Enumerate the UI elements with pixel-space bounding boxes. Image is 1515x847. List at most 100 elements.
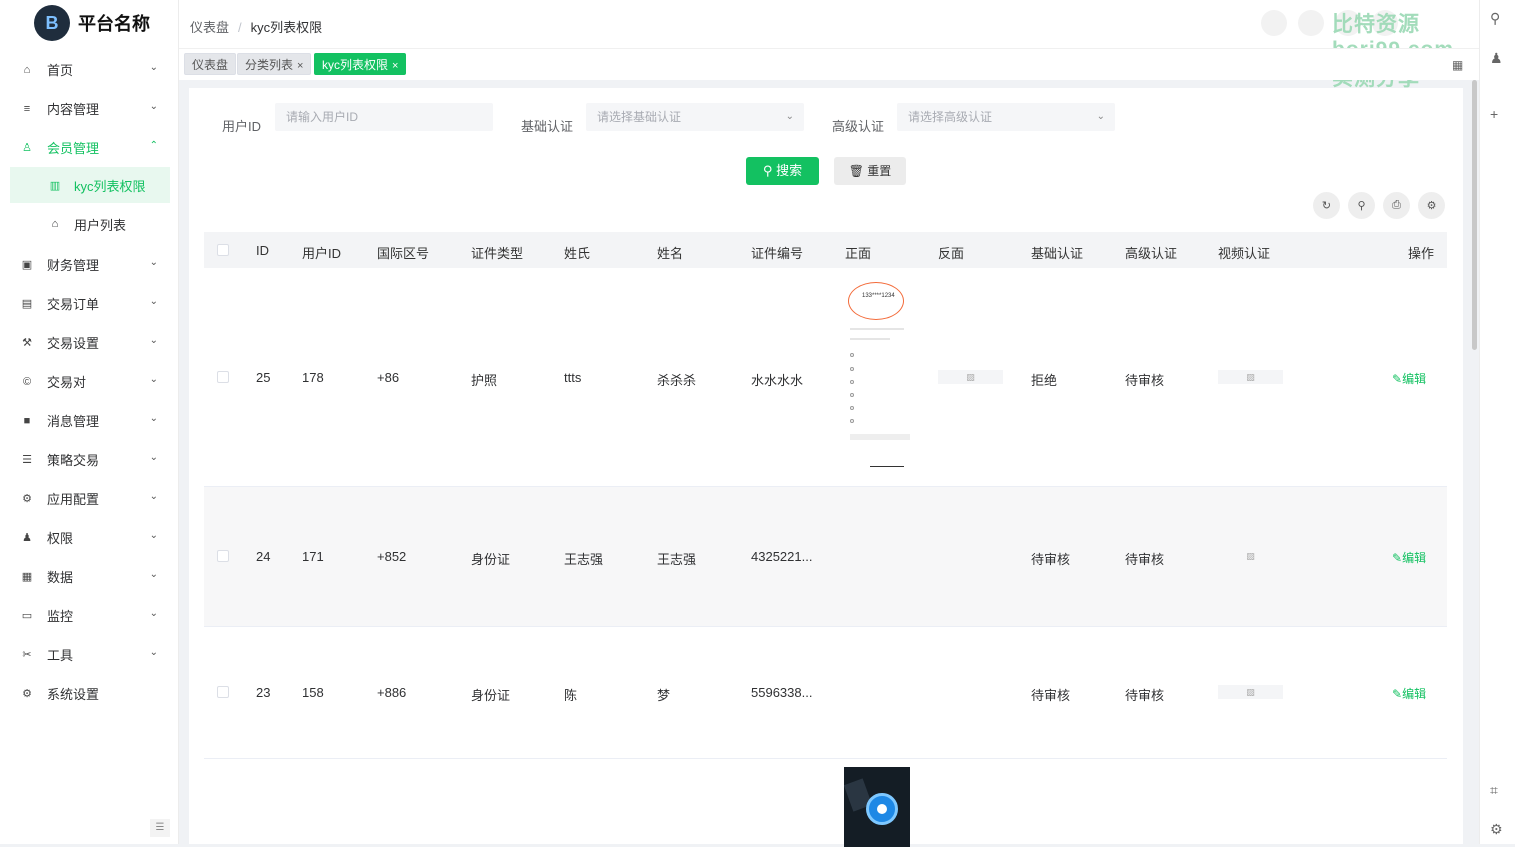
plus-icon[interactable]: + bbox=[1490, 106, 1498, 122]
table-row: 23 158 +886 身份证 陈 梦 5596338... 待审核 待审核 ▨… bbox=[204, 627, 1447, 759]
search-button-label: 搜索 bbox=[776, 163, 803, 178]
cell-area-code: +852 bbox=[377, 549, 407, 564]
cell-basic-auth: 待审核 bbox=[1031, 688, 1071, 703]
sidebar-item-label: 策略交易 bbox=[47, 453, 100, 468]
cell-basic-auth: 拒绝 bbox=[1031, 373, 1058, 388]
sidebar-item-trade-settings[interactable]: ⚒ 交易设置 ⌄ bbox=[0, 323, 178, 362]
sidebar-item-data[interactable]: ▦ 数据 ⌄ bbox=[0, 557, 178, 596]
advanced-auth-select[interactable]: 请选择高级认证 ⌄ bbox=[897, 103, 1115, 131]
sidebar-subitem-users[interactable]: ⌂ 用户列表 bbox=[10, 206, 170, 242]
user-icon: ♙ bbox=[22, 142, 32, 154]
cell-id: 24 bbox=[256, 549, 271, 564]
edit-button[interactable]: ✎编辑 bbox=[1392, 549, 1426, 566]
cell-surname: ttts bbox=[564, 370, 582, 385]
sidebar-item-home[interactable]: ⌂ 首页 ⌄ bbox=[0, 50, 178, 89]
settings-icon[interactable]: ⚙ bbox=[1418, 192, 1445, 219]
sidebar-item-permission[interactable]: ♟ 权限 ⌄ bbox=[0, 518, 178, 557]
sidebar-item-content[interactable]: ≡ 内容管理 ⌄ bbox=[0, 89, 178, 128]
tag-kyc[interactable]: kyc列表权限 × bbox=[314, 53, 407, 75]
sidebar-item-members[interactable]: ♙ 会员管理 ⌃ bbox=[0, 128, 178, 167]
advanced-auth-placeholder: 请选择高级认证 bbox=[908, 110, 993, 124]
row-checkbox[interactable] bbox=[217, 686, 229, 698]
reset-button-label: 重置 bbox=[867, 164, 892, 178]
video-image-placeholder[interactable]: ▨ bbox=[1218, 685, 1283, 699]
video-image-placeholder[interactable]: ▨ bbox=[1218, 549, 1283, 563]
header-icon[interactable] bbox=[1298, 10, 1324, 36]
reset-button[interactable]: 🗑 重置 bbox=[834, 157, 906, 185]
image-logo-dot bbox=[877, 804, 887, 814]
scrollbar[interactable] bbox=[1472, 80, 1477, 350]
table-header: ID 用户ID 国际区号 证件类型 姓氏 姓名 证件编号 正面 反面 基础认证 … bbox=[204, 232, 1447, 268]
cell-advanced-auth: 待审核 bbox=[1125, 688, 1165, 703]
sidebar-item-label: 消息管理 bbox=[47, 414, 100, 429]
th-front: 正面 bbox=[845, 246, 872, 261]
print-icon[interactable]: ⎙ bbox=[1383, 192, 1410, 219]
edit-button[interactable]: ✎编辑 bbox=[1392, 685, 1426, 702]
highlight-circle bbox=[848, 282, 904, 320]
tools-icon: ✂ bbox=[22, 649, 32, 661]
front-image[interactable]: 133****1234 bbox=[844, 276, 910, 471]
basic-auth-select[interactable]: 请选择基础认证 ⌄ bbox=[586, 103, 804, 131]
cell-id: 25 bbox=[256, 370, 271, 385]
sidebar-item-tools[interactable]: ✂ 工具 ⌄ bbox=[0, 635, 178, 674]
breadcrumb-item[interactable]: 仪表盘 bbox=[190, 20, 229, 35]
user-id-input[interactable]: 请输入用户ID bbox=[275, 103, 493, 131]
sidebar-item-monitor[interactable]: ▭ 监控 ⌄ bbox=[0, 596, 178, 635]
cell-user-id: 158 bbox=[302, 685, 324, 700]
th-actions: 操作 bbox=[1408, 246, 1435, 261]
app-logo[interactable]: B 平台名称 bbox=[0, 0, 178, 46]
sidebar-item-system-settings[interactable]: ⚙ 系统设置 bbox=[0, 674, 178, 713]
sidebar-item-finance[interactable]: ▣ 财务管理 ⌄ bbox=[0, 245, 178, 284]
order-icon: ▤ bbox=[21, 298, 33, 310]
cell-surname: 王志强 bbox=[564, 552, 604, 567]
tag-label: kyc列表权限 bbox=[322, 58, 389, 72]
sidebar-item-label: 财务管理 bbox=[47, 258, 100, 273]
sidebar-item-strategy[interactable]: ☰ 策略交易 ⌄ bbox=[0, 440, 178, 479]
search-icon[interactable]: ⚲ bbox=[1490, 10, 1500, 27]
cell-doc-no: 5596338... bbox=[751, 685, 813, 700]
select-all-checkbox[interactable] bbox=[217, 244, 229, 256]
user-icon[interactable]: ♟ bbox=[1490, 50, 1503, 67]
cell-surname: 陈 bbox=[564, 688, 578, 703]
image-dot bbox=[850, 353, 854, 357]
front-image[interactable] bbox=[844, 767, 910, 847]
settings-icon[interactable]: ⚙ bbox=[1490, 821, 1503, 838]
tag-category-list[interactable]: 分类列表 × bbox=[237, 53, 312, 75]
cell-area-code: +886 bbox=[377, 685, 407, 700]
list-icon: ≡ bbox=[23, 102, 31, 115]
th-doc-no: 证件编号 bbox=[751, 246, 804, 261]
sidebar-item-orders[interactable]: ▤ 交易订单 ⌄ bbox=[0, 284, 178, 323]
chevron-down-icon: ⌄ bbox=[785, 111, 794, 122]
sidebar-item-messages[interactable]: ■ 消息管理 ⌄ bbox=[0, 401, 178, 440]
image-dot bbox=[850, 406, 854, 410]
row-checkbox[interactable] bbox=[217, 371, 229, 383]
close-icon[interactable]: × bbox=[392, 60, 398, 72]
header-icon[interactable] bbox=[1261, 10, 1287, 36]
table-toolbar: ↻ ⚲ ⎙ ⚙ bbox=[1313, 192, 1445, 219]
edit-button[interactable]: ✎编辑 bbox=[1392, 370, 1426, 387]
cell-doc-no: 4325221... bbox=[751, 549, 813, 564]
back-image-placeholder[interactable]: ▨ bbox=[938, 370, 1003, 384]
sidebar-item-pairs[interactable]: © 交易对 ⌄ bbox=[0, 362, 178, 401]
tag-dashboard[interactable]: 仪表盘 bbox=[184, 53, 237, 75]
app-name: 平台名称 bbox=[78, 14, 150, 34]
cell-basic-auth: 待审核 bbox=[1031, 552, 1071, 567]
video-image-placeholder[interactable]: ▨ bbox=[1218, 370, 1283, 384]
chevron-up-icon: ⌃ bbox=[149, 140, 158, 151]
sidebar-collapse-button[interactable]: ☰ bbox=[150, 819, 170, 837]
close-icon[interactable]: × bbox=[297, 60, 303, 72]
image-button bbox=[850, 434, 910, 440]
grid-icon[interactable]: ▦ bbox=[1452, 58, 1463, 72]
tags-view: 仪表盘 分类列表 × kyc列表权限 × ▦ bbox=[179, 48, 1479, 80]
search-button[interactable]: ⚲ 搜索 bbox=[746, 157, 819, 185]
search-icon[interactable]: ⚲ bbox=[1348, 192, 1375, 219]
chevron-down-icon: ⌄ bbox=[149, 608, 158, 619]
row-checkbox[interactable] bbox=[217, 550, 229, 562]
advanced-auth-label: 高级认证 bbox=[832, 119, 885, 134]
screenshot-icon[interactable]: ⌗ bbox=[1490, 782, 1498, 799]
sidebar-item-app-config[interactable]: ⚙ 应用配置 ⌄ bbox=[0, 479, 178, 518]
refresh-icon[interactable]: ↻ bbox=[1313, 192, 1340, 219]
sidebar-subitem-kyc[interactable]: ▥ kyc列表权限 bbox=[10, 167, 170, 203]
tag-label: 分类列表 bbox=[245, 58, 294, 72]
sidebar-item-label: 数据 bbox=[47, 570, 74, 585]
